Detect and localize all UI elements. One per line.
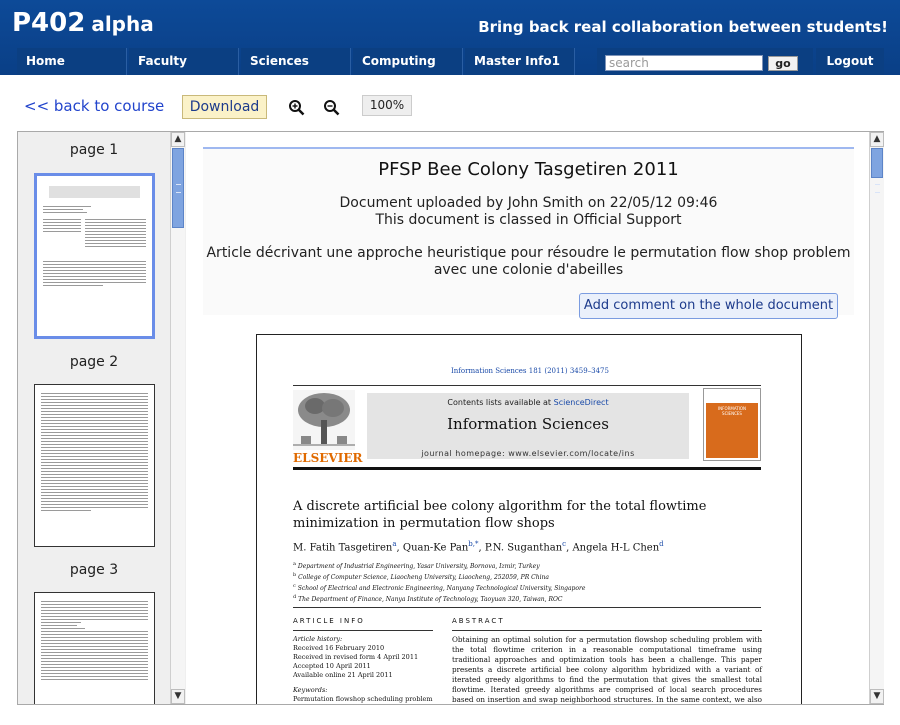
add-comment-button[interactable]: Add comment on the whole document — [579, 293, 838, 319]
divider — [293, 467, 761, 470]
document-description: Article décrivant une approche heuristiq… — [203, 245, 854, 279]
app-header: P402 alpha Bring back real collaboration … — [0, 0, 900, 75]
zoom-out-icon[interactable] — [323, 99, 341, 117]
logout-button[interactable]: Logout — [816, 48, 884, 75]
back-to-course-link[interactable]: << back to course — [24, 97, 164, 115]
author-sup: d — [659, 540, 664, 548]
author-sup: b,* — [468, 540, 479, 548]
divider — [293, 385, 761, 386]
history-item: Received 16 February 2010 — [293, 644, 385, 652]
document-title: PFSP Bee Colony Tasgetiren 2011 — [378, 159, 679, 180]
brand-name: P402 — [12, 8, 86, 38]
thumbnail-scroll-thumb[interactable] — [172, 148, 184, 228]
contents-prefix: Contents lists available at — [447, 398, 554, 407]
history-label: Article history: — [293, 635, 343, 643]
author-name: P.N. Suganthan — [484, 542, 563, 554]
journal-cover-panel: INFORMATION SCIENCES — [706, 403, 758, 458]
paper-title: A discrete artificial bee colony algorit… — [293, 498, 763, 532]
affiliation-line: d The Department of Finance, Nanya Insti… — [293, 593, 763, 604]
abstract-text: Obtaining an optimal solution for a perm… — [452, 635, 762, 704]
brand-badge: alpha — [91, 12, 154, 36]
sciencedirect-link[interactable]: ScienceDirect — [554, 398, 609, 407]
thumbnail-label-page-1: page 1 — [69, 142, 119, 158]
zoom-level-display[interactable]: 100% — [362, 95, 412, 116]
document-page-area: PFSP Bee Colony Tasgetiren 2011 Document… — [186, 132, 869, 704]
keyword-item: Permutation flowshop scheduling problem — [293, 695, 433, 703]
search-input[interactable] — [605, 55, 763, 71]
cover-title: INFORMATION SCIENCES — [717, 406, 747, 416]
nav-item-home[interactable]: Home — [17, 48, 127, 75]
affiliation-sup: a — [293, 561, 296, 567]
description-line-2: avec une colonie d'abeilles — [433, 262, 624, 278]
thumbnail-panel: page 1 page 2 page 3 — [18, 132, 170, 704]
affiliation-sup: c — [293, 583, 296, 589]
journal-reference: Information Sciences 181 (2011) 3459–347… — [451, 367, 609, 375]
author-sup: a — [392, 540, 397, 548]
brand-logo[interactable]: P402 alpha — [12, 8, 154, 38]
thumbnail-label-page-3: page 3 — [69, 562, 119, 578]
paper-title-line-2: minimization in permutation flow shops — [293, 516, 555, 531]
affiliation-text: College of Computer Science, Liaocheng U… — [298, 574, 549, 581]
affiliation-text: Department of Industrial Engineering, Ya… — [297, 563, 540, 570]
paper-affiliations: a Department of Industrial Engineering, … — [293, 560, 763, 604]
description-line-1: Article décrivant une approche heuristiq… — [206, 245, 851, 261]
history-item: Available online 21 April 2011 — [293, 671, 393, 679]
thumbnail-page-3[interactable] — [34, 592, 155, 704]
journal-cover-image: INFORMATION SCIENCES — [703, 388, 761, 461]
author-name: Angela H-L Chen — [572, 542, 660, 554]
divider — [293, 630, 433, 631]
search-go-button[interactable]: go — [768, 56, 798, 71]
download-button[interactable]: Download — [182, 95, 267, 119]
affiliation-text: The Department of Finance, Nanya Institu… — [298, 596, 563, 603]
upload-info: Document uploaded by John Smith on 22/05… — [339, 195, 718, 211]
document-scroll-thumb[interactable] — [871, 148, 883, 193]
classification-info: This document is classed in Official Sup… — [375, 212, 682, 228]
zoom-in-icon[interactable] — [288, 99, 306, 117]
affiliation-line: c School of Electrical and Electronic En… — [293, 582, 763, 593]
affiliation-sup: b — [293, 572, 297, 578]
scroll-up-arrow-icon[interactable]: ▲ — [870, 132, 884, 147]
thumbnail-page-2[interactable] — [34, 384, 155, 547]
article-info: Article history: Received 16 February 20… — [293, 635, 433, 704]
keywords-label: Keywords: — [293, 686, 328, 694]
article-info-heading: ARTICLE INFO — [293, 617, 365, 625]
nav-item-sciences[interactable]: Sciences — [241, 48, 351, 75]
document-meta: Document uploaded by John Smith on 22/05… — [203, 195, 854, 229]
contents-line: Contents lists available at ScienceDirec… — [367, 398, 689, 407]
scroll-down-arrow-icon[interactable]: ▼ — [171, 689, 185, 704]
document-toolbar: << back to course Download 100% — [0, 90, 900, 122]
nav-item-master-info1[interactable]: Master Info1 — [465, 48, 575, 75]
affiliation-text: School of Electrical and Electronic Engi… — [297, 585, 586, 592]
thumbnail-scrollbar[interactable]: ▲ ▼ — [170, 132, 185, 704]
tagline: Bring back real collaboration between st… — [478, 18, 888, 36]
scroll-up-arrow-icon[interactable]: ▲ — [171, 132, 185, 147]
divider — [293, 607, 761, 608]
search-box: go — [597, 48, 813, 75]
affiliation-line: b College of Computer Science, Liaocheng… — [293, 571, 763, 582]
paper-authors: M. Fatih Tasgetirena, Quan-Ke Panb,*, P.… — [293, 540, 664, 554]
affiliation-line: a Department of Industrial Engineering, … — [293, 560, 763, 571]
nav-item-faculty[interactable]: Faculty — [129, 48, 239, 75]
abstract-heading: ABSTRACT — [452, 617, 505, 625]
divider — [452, 630, 762, 631]
author-sup: c — [562, 540, 567, 548]
pdf-page[interactable]: Information Sciences 181 (2011) 3459–347… — [256, 334, 802, 704]
document-scrollbar[interactable]: ▲ ▼ — [869, 132, 884, 704]
paper-title-line-1: A discrete artificial bee colony algorit… — [293, 499, 707, 514]
history-item: Accepted 10 April 2011 — [293, 662, 371, 670]
journal-homepage: journal homepage: www.elsevier.com/locat… — [421, 449, 635, 458]
publisher-name: ELSEVIER — [293, 451, 363, 465]
scroll-down-arrow-icon[interactable]: ▼ — [870, 689, 884, 704]
thumbnail-label-page-2: page 2 — [69, 354, 119, 370]
document-viewer: page 1 page 2 page 3 ▲ ▼ PFSP Bee Colony… — [17, 131, 884, 705]
nav-item-computing[interactable]: Computing — [353, 48, 463, 75]
author-name: Quan-Ke Pan — [402, 542, 469, 554]
thumbnail-page-1[interactable] — [34, 173, 155, 339]
history-item: Received in revised form 4 April 2011 — [293, 653, 419, 661]
author-name: M. Fatih Tasgetiren — [293, 542, 393, 554]
journal-name: Information Sciences — [447, 415, 609, 433]
document-info-panel: PFSP Bee Colony Tasgetiren 2011 Document… — [203, 147, 854, 319]
affiliation-sup: d — [293, 594, 297, 600]
